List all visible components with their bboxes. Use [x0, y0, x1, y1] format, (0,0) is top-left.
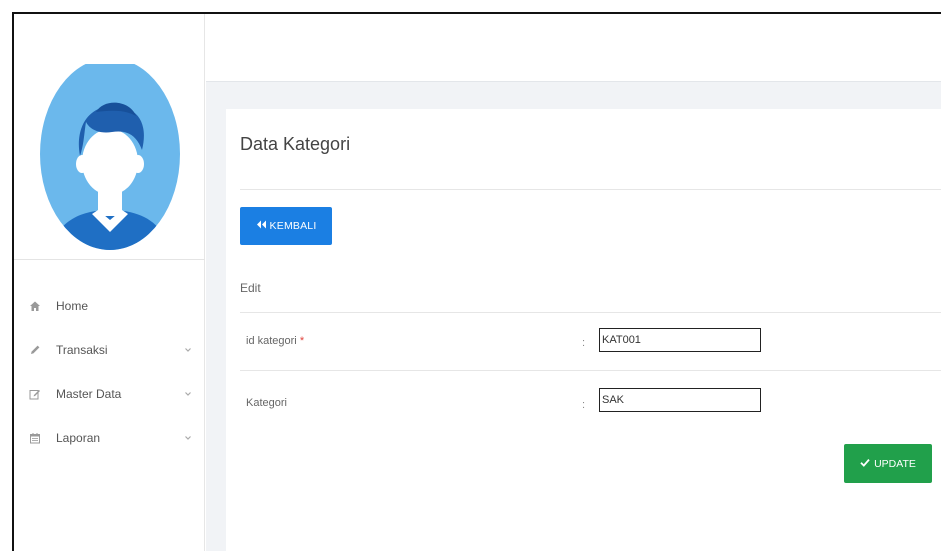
edit-icon — [28, 387, 42, 401]
check-icon — [860, 458, 870, 470]
back-button-label: KEMBALI — [269, 220, 317, 232]
sidebar-item-label: Laporan — [56, 431, 101, 445]
user-avatar-icon — [40, 58, 180, 250]
main-content: Data Kategori KEMBALI Edit id kategori *… — [206, 14, 941, 551]
id-kategori-input[interactable] — [599, 328, 761, 352]
required-mark: * — [299, 335, 305, 347]
sidebar-item-transaksi[interactable]: Transaksi — [14, 328, 205, 372]
update-button[interactable]: UPDATE — [844, 444, 932, 483]
home-icon — [28, 299, 42, 313]
page-title: Data Kategori — [240, 134, 351, 154]
update-button-label: UPDATE — [874, 457, 916, 470]
sidebar: Home Transaksi Master Data Laporan — [14, 14, 205, 551]
chevron-down-icon — [183, 388, 193, 398]
back-button[interactable]: KEMBALI — [240, 207, 332, 245]
field-label-text: id kategori — [246, 335, 297, 347]
card-divider — [240, 189, 941, 190]
sidebar-item-home[interactable]: Home — [14, 284, 205, 328]
pencil-icon — [28, 343, 42, 357]
kategori-label: Kategori — [246, 397, 287, 409]
form-divider — [240, 312, 941, 313]
sidebar-item-master-data[interactable]: Master Data — [14, 372, 205, 416]
chevron-down-icon — [183, 432, 193, 442]
kategori-card: Data Kategori KEMBALI Edit id kategori *… — [226, 109, 941, 551]
field-colon: : — [582, 399, 586, 411]
sidebar-item-label: Home — [56, 299, 89, 313]
field-label-text: Kategori — [246, 397, 287, 409]
field-colon: : — [582, 337, 586, 349]
sidebar-item-label: Transaksi — [56, 343, 108, 357]
sidebar-item-label: Master Data — [56, 387, 122, 401]
calendar-icon — [28, 431, 42, 445]
sidebar-item-laporan[interactable]: Laporan — [14, 416, 205, 460]
top-navbar — [206, 14, 941, 82]
double-arrow-left-icon — [256, 220, 267, 232]
chevron-down-icon — [183, 344, 193, 354]
sidebar-divider — [14, 259, 205, 260]
avatar — [40, 58, 180, 256]
kategori-input[interactable] — [599, 388, 761, 412]
app-frame: Home Transaksi Master Data Laporan Data … — [12, 12, 941, 551]
form-divider — [240, 370, 941, 371]
section-label: Edit — [240, 281, 261, 295]
id-kategori-label: id kategori * — [246, 335, 304, 347]
sidebar-nav: Home Transaksi Master Data Laporan — [14, 284, 205, 460]
